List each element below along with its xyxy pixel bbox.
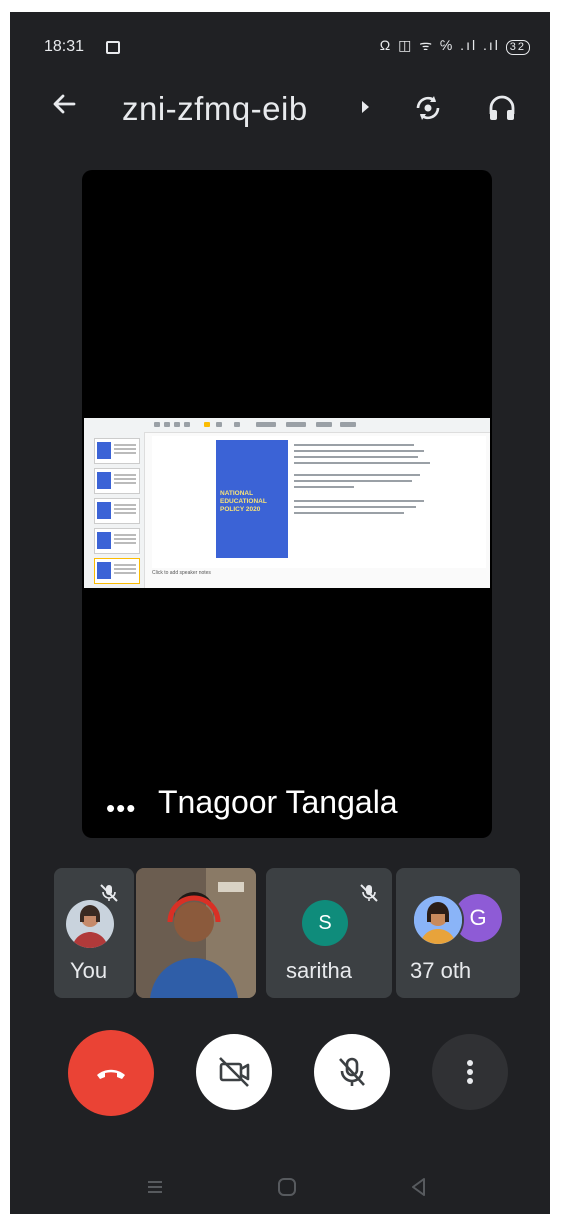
toolbar-icon <box>204 422 210 427</box>
system-nav-bar <box>10 1160 550 1214</box>
more-dots-icon[interactable]: ••• <box>106 795 136 821</box>
toolbar-icon <box>174 422 180 427</box>
camera-feed <box>136 868 256 998</box>
participant-label: saritha <box>286 958 353 983</box>
participant-tile-saritha[interactable]: S saritha <box>266 868 392 998</box>
slide-text-line <box>294 500 424 502</box>
toolbar-icon <box>164 422 170 427</box>
participant-tile-others[interactable]: G 37 oth <box>396 868 520 998</box>
meeting-code-title[interactable]: zni-zfmq-eib <box>122 90 308 128</box>
switch-camera-icon[interactable] <box>412 92 444 124</box>
slide-text-line <box>294 462 430 464</box>
nav-recents-icon[interactable] <box>144 1176 166 1198</box>
slide-thumbnail <box>94 468 140 494</box>
shared-screen: NATIONAL EDUCATIONAL POLICY 2020 Click t… <box>84 418 490 588</box>
camera-off-icon <box>219 1057 250 1087</box>
mic-off-icon <box>339 1057 365 1086</box>
avatar <box>412 894 464 946</box>
caret-right-icon[interactable] <box>362 101 369 113</box>
nav-home-icon[interactable] <box>276 1176 298 1198</box>
status-icons: Ω ◫ ᯤ ℅ .ıl .ıl 32 <box>380 36 530 55</box>
speaker-notes: Click to add speaker notes <box>152 570 211 576</box>
participant-tile-you[interactable]: You <box>54 868 134 998</box>
participant-label: 37 oth <box>410 958 472 983</box>
speaker-name: Tnagoor Tangala <box>158 784 398 820</box>
participant-tile-camera[interactable] <box>136 868 256 998</box>
more-vert-icon <box>467 1060 473 1084</box>
slide-text-line <box>294 456 418 458</box>
slide-text-line <box>294 480 412 482</box>
toolbar-icon <box>184 422 190 427</box>
slide-text-line <box>294 506 416 508</box>
avatar <box>66 900 114 948</box>
nav-back-icon[interactable] <box>408 1176 430 1198</box>
main-video-tile[interactable]: NATIONAL EDUCATIONAL POLICY 2020 Click t… <box>82 170 492 838</box>
slide-cover-title: NATIONAL EDUCATIONAL POLICY 2020 <box>220 490 267 513</box>
slide-thumbnails <box>84 432 145 588</box>
toolbar-icon <box>154 422 160 427</box>
phone-hangup-icon <box>97 1069 125 1079</box>
slide-text-line <box>294 450 424 452</box>
toolbar-icon <box>340 422 356 427</box>
slide-thumbnail <box>94 528 140 554</box>
participant-label: You <box>70 958 108 983</box>
toggle-mic-button[interactable] <box>314 1034 390 1110</box>
status-bar: 18:31 Ω ◫ ᯤ ℅ .ıl .ıl 32 <box>10 12 550 56</box>
battery-icon: 32 <box>505 40 530 55</box>
toggle-camera-button[interactable] <box>196 1034 272 1110</box>
mic-off-icon <box>358 882 380 904</box>
slides-toolbar <box>84 418 490 433</box>
phone-screen: 18:31 Ω ◫ ᯤ ℅ .ıl .ıl 32 zni-zfmq-eib NA… <box>10 12 550 1214</box>
end-call-button[interactable] <box>68 1030 154 1116</box>
more-options-button[interactable] <box>432 1034 508 1110</box>
mic-off-icon <box>98 882 120 904</box>
signal-icons: Ω ◫ ᯤ ℅ .ıl .ıl <box>379 37 500 53</box>
slide-text-line <box>294 486 354 488</box>
slide-text-line <box>294 444 414 446</box>
back-arrow-icon[interactable] <box>50 90 78 118</box>
headphones-icon[interactable] <box>486 92 518 124</box>
toolbar-icon <box>256 422 276 427</box>
slide-text-line <box>294 512 404 514</box>
toolbar-icon <box>234 422 240 427</box>
toolbar-icon <box>316 422 332 427</box>
slide-text-line <box>294 474 420 476</box>
avatar: S <box>302 900 348 946</box>
toolbar-icon <box>216 422 222 427</box>
status-time: 18:31 <box>44 38 85 55</box>
slide-thumbnail <box>94 438 140 464</box>
toolbar-icon <box>286 422 306 427</box>
slide-thumbnail <box>94 498 140 524</box>
screen-cast-icon <box>106 41 120 54</box>
slide-thumbnail <box>94 558 140 584</box>
